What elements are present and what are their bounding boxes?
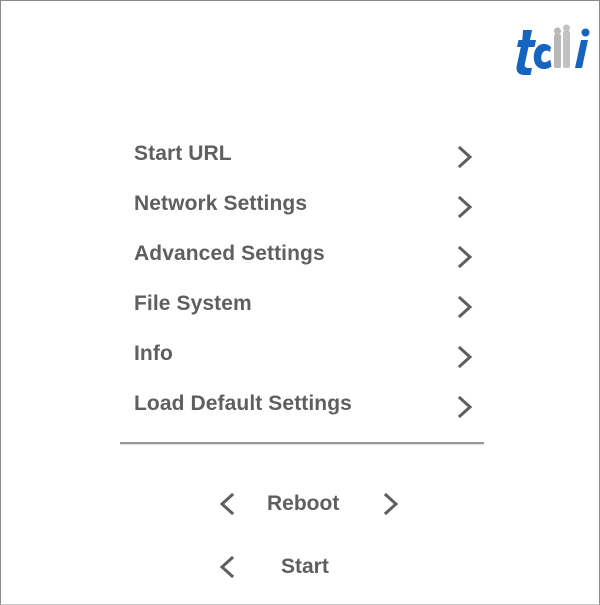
- chevron-right-icon: [457, 295, 473, 319]
- chevron-left-icon[interactable]: [219, 492, 235, 516]
- menu-item-info[interactable]: Info: [134, 331, 479, 381]
- menu-item-load-default-settings[interactable]: Load Default Settings: [134, 381, 479, 431]
- menu-item-label: Advanced Settings: [134, 242, 325, 265]
- settings-menu: Start URL Network Settings Advanced Sett…: [134, 131, 479, 431]
- chevron-right-icon: [457, 395, 473, 419]
- chevron-right-icon: [457, 145, 473, 169]
- chevron-right-icon: [457, 245, 473, 269]
- menu-item-start-url[interactable]: Start URL: [134, 131, 479, 181]
- settings-panel: Start URL Network Settings Advanced Sett…: [0, 0, 600, 605]
- menu-item-label: Load Default Settings: [134, 392, 352, 415]
- start-button[interactable]: Start: [281, 555, 329, 579]
- tcmi-logo-mark: [516, 24, 590, 75]
- menu-item-file-system[interactable]: File System: [134, 281, 479, 331]
- tcmi-logo: [514, 21, 598, 77]
- chevron-left-icon[interactable]: [219, 555, 235, 579]
- menu-item-label: File System: [134, 292, 252, 315]
- chevron-right-icon: [457, 195, 473, 219]
- menu-item-label: Network Settings: [134, 192, 308, 215]
- reboot-control: Reboot: [1, 485, 600, 525]
- menu-item-label: Info: [134, 342, 173, 365]
- menu-divider: [120, 442, 484, 445]
- start-control: Start: [1, 548, 600, 588]
- menu-item-label: Start URL: [134, 142, 232, 165]
- reboot-button[interactable]: Reboot: [267, 492, 339, 516]
- chevron-right-icon[interactable]: [383, 492, 399, 516]
- chevron-right-icon: [457, 345, 473, 369]
- menu-item-network-settings[interactable]: Network Settings: [134, 181, 479, 231]
- menu-item-advanced-settings[interactable]: Advanced Settings: [134, 231, 479, 281]
